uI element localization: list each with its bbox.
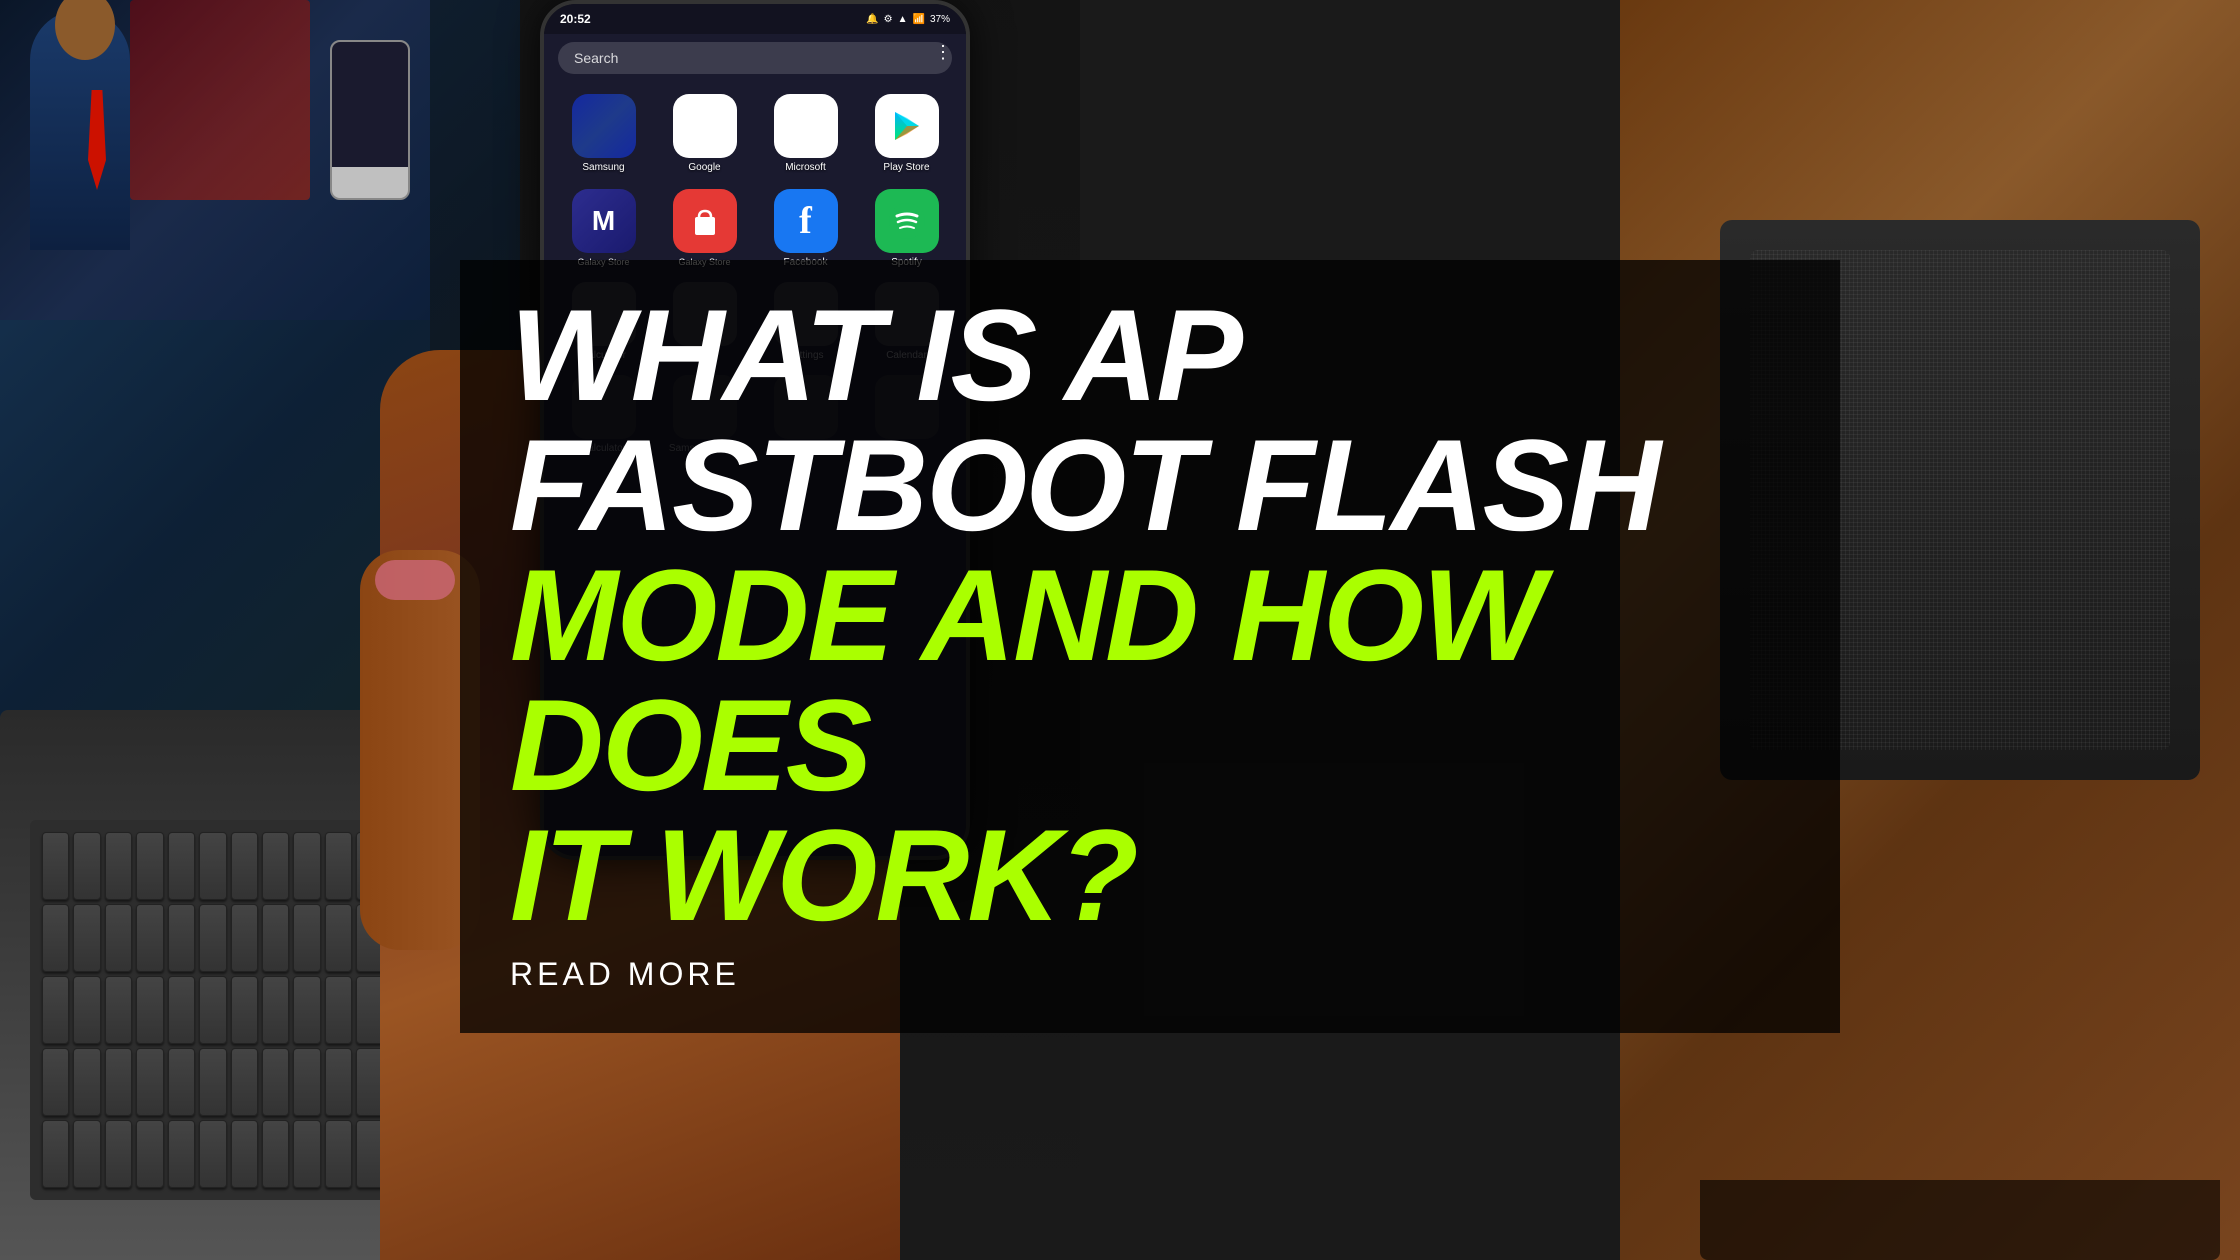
keyboard-key bbox=[136, 976, 163, 1044]
headline-line4: IT WORK? bbox=[510, 810, 1790, 940]
keyboard-key bbox=[73, 976, 100, 1044]
battery-icon: 37% bbox=[930, 14, 950, 25]
keyboard-key bbox=[262, 1048, 289, 1116]
app-grid-row1: Samsung Google Microsoft bbox=[544, 82, 966, 185]
keyboard-key bbox=[105, 1048, 132, 1116]
app-spotify[interactable]: Spotify bbox=[861, 189, 952, 268]
playstore-label: Play Store bbox=[883, 162, 929, 173]
samsung-label: Samsung bbox=[582, 162, 624, 173]
keyboard-key bbox=[293, 832, 320, 900]
keyboard-key bbox=[42, 976, 69, 1044]
app-playstore[interactable]: Play Store bbox=[861, 94, 952, 173]
keyboard-key bbox=[42, 1048, 69, 1116]
bag-svg bbox=[687, 203, 723, 239]
keyboard-key bbox=[262, 1120, 289, 1188]
keyboard-key bbox=[105, 1120, 132, 1188]
keyboard-key bbox=[262, 976, 289, 1044]
spotify-icon bbox=[875, 189, 939, 253]
phone-search-bar[interactable]: Search bbox=[558, 42, 952, 74]
app-google[interactable]: Google bbox=[659, 94, 750, 173]
keyboard-key bbox=[168, 904, 195, 972]
wifi-icon: ▲ bbox=[898, 14, 908, 25]
keyboard-key bbox=[73, 832, 100, 900]
keyboard-key bbox=[293, 904, 320, 972]
samsung-icon bbox=[572, 94, 636, 158]
google-icon bbox=[673, 94, 737, 158]
keyboard-key bbox=[262, 904, 289, 972]
keyboard-key bbox=[105, 976, 132, 1044]
signal-icon: 📶 bbox=[913, 14, 925, 25]
status-icons: 🔔 ⚙ ▲ 📶 37% bbox=[866, 14, 950, 25]
keyboard-key bbox=[199, 1120, 226, 1188]
keyboard-key bbox=[168, 1048, 195, 1116]
keyboard-key bbox=[73, 1120, 100, 1188]
keyboard-key bbox=[42, 832, 69, 900]
keyboard-key bbox=[262, 832, 289, 900]
microsoft-icon bbox=[774, 94, 838, 158]
app-samsung[interactable]: Samsung bbox=[558, 94, 649, 173]
text-overlay: WHAT IS AP FASTBOOT FLASH MODE AND HOW D… bbox=[460, 260, 1840, 1033]
search-label: Search bbox=[574, 50, 618, 66]
keyboard-key bbox=[168, 976, 195, 1044]
keyboard-key bbox=[168, 1120, 195, 1188]
keyboard-key bbox=[73, 1048, 100, 1116]
facebook-icon: f bbox=[774, 189, 838, 253]
keyboard-key bbox=[105, 832, 132, 900]
shopbag-icon bbox=[673, 189, 737, 253]
app-metro[interactable]: M Galaxy Store bbox=[558, 189, 649, 268]
alarm-icon: 🔔 bbox=[866, 14, 878, 25]
keyboard-key bbox=[136, 1048, 163, 1116]
keyboard-key bbox=[293, 1048, 320, 1116]
keyboard-key bbox=[199, 976, 226, 1044]
settings-icon: ⚙ bbox=[884, 14, 893, 25]
keyboard-key bbox=[105, 904, 132, 972]
keyboard-key bbox=[231, 904, 258, 972]
keyboard-key bbox=[231, 1048, 258, 1116]
keyboard-key bbox=[231, 832, 258, 900]
keyboard-key bbox=[199, 832, 226, 900]
keyboard-key bbox=[136, 1120, 163, 1188]
keyboard-key bbox=[293, 1120, 320, 1188]
keyboard-key bbox=[231, 1120, 258, 1188]
metro-icon: M bbox=[572, 189, 636, 253]
keyboard-key bbox=[168, 832, 195, 900]
overflow-menu-icon[interactable]: ⋮ bbox=[934, 42, 952, 63]
keyboard-key bbox=[199, 904, 226, 972]
thumbnail bbox=[375, 560, 455, 600]
headline-line3: MODE AND HOW DOES bbox=[510, 550, 1790, 810]
headline-line1: WHAT IS AP bbox=[510, 290, 1790, 420]
app-microsoft[interactable]: Microsoft bbox=[760, 94, 851, 173]
spotify-svg bbox=[887, 201, 927, 241]
keyboard-key bbox=[42, 904, 69, 972]
keyboard-key bbox=[136, 904, 163, 972]
play-arrow-svg bbox=[889, 108, 925, 144]
keyboard-key bbox=[73, 904, 100, 972]
keyboard-key bbox=[136, 832, 163, 900]
keyboard-key bbox=[42, 1120, 69, 1188]
google-label: Google bbox=[688, 162, 720, 173]
status-bar: 20:52 🔔 ⚙ ▲ 📶 37% bbox=[544, 4, 966, 34]
microsoft-label: Microsoft bbox=[785, 162, 826, 173]
app-shopbag[interactable]: Galaxy Store bbox=[659, 189, 750, 268]
keyboard-key bbox=[293, 976, 320, 1044]
keyboard-key bbox=[199, 1048, 226, 1116]
read-more-cta[interactable]: READ MORE bbox=[510, 956, 1790, 993]
keyboard-key bbox=[231, 976, 258, 1044]
app-facebook[interactable]: f Facebook bbox=[760, 189, 851, 268]
status-time: 20:52 bbox=[560, 12, 591, 26]
headline-line2: FASTBOOT FLASH bbox=[510, 420, 1790, 550]
speaker-base bbox=[1700, 1180, 2220, 1260]
red-accent bbox=[130, 0, 310, 200]
playstore-icon bbox=[875, 94, 939, 158]
